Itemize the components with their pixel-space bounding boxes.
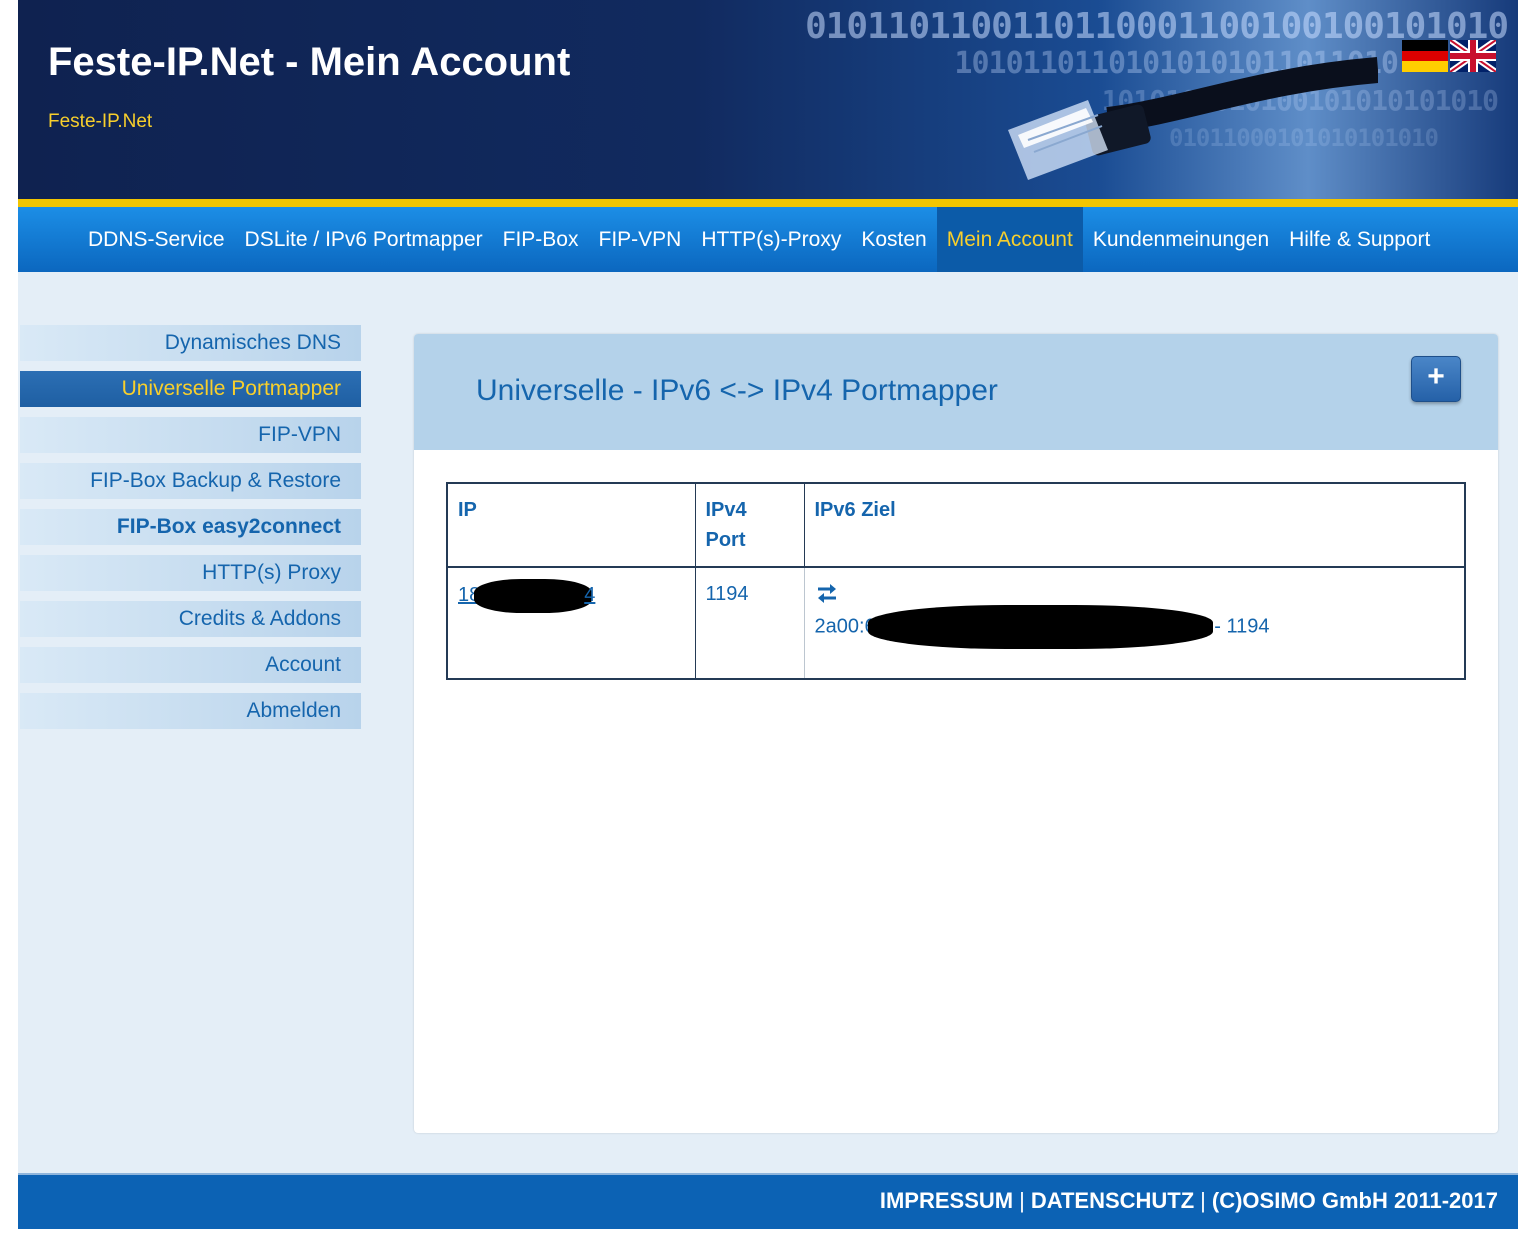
nav-item-hilfe-support[interactable]: Hilfe & Support <box>1279 207 1440 272</box>
sidebar-item-fip-box-backup[interactable]: FIP-Box Backup & Restore <box>20 463 361 499</box>
nav-item-fip-vpn[interactable]: FIP-VPN <box>589 207 692 272</box>
german-flag-icon[interactable] <box>1402 40 1448 72</box>
portmapper-table: IP IPv4 Port IPv6 Ziel 18 4 1194 2a00:6 … <box>446 482 1466 680</box>
ip-address-link[interactable]: 18 4 <box>458 579 595 613</box>
footer-link-impressum[interactable]: IMPRESSUM <box>880 1188 1013 1213</box>
footer-copyright: (C)OSIMO GmbH 2011-2017 <box>1211 1188 1498 1213</box>
header-banner: 0101101100110110001100100100101010 10101… <box>18 0 1518 199</box>
main-navigation: DDNS-Service DSLite / IPv6 Portmapper FI… <box>18 207 1518 272</box>
sidebar-item-abmelden[interactable]: Abmelden <box>20 693 361 729</box>
sidebar: Dynamisches DNS Universelle Portmapper F… <box>20 325 361 739</box>
footer-separator: | <box>1019 1188 1025 1213</box>
ipv6-target-cell: 2a00:6 - 1194 <box>804 567 1465 679</box>
redaction-mark <box>474 579 593 613</box>
nav-item-fip-box[interactable]: FIP-Box <box>493 207 589 272</box>
sidebar-item-https-proxy[interactable]: HTTP(s) Proxy <box>20 555 361 591</box>
header-divider <box>18 199 1518 207</box>
footer: IMPRESSUM | DATENSCHUTZ | (C)OSIMO GmbH 2011… <box>18 1173 1518 1229</box>
column-header-ip: IP <box>447 483 696 568</box>
sidebar-item-dynamisches-dns[interactable]: Dynamisches DNS <box>20 325 361 361</box>
page-title: Universelle - IPv6 <-> IPv4 Portmapper <box>476 374 998 407</box>
footer-links: IMPRESSUM | DATENSCHUTZ | (C)OSIMO GmbH 2011… <box>880 1188 1498 1214</box>
redaction-mark <box>867 605 1213 649</box>
swap-arrows-icon[interactable] <box>815 581 839 605</box>
sidebar-item-fip-box-easy2connect[interactable]: FIP-Box easy2connect <box>20 509 361 545</box>
sidebar-item-universelle-portmapper[interactable]: Universelle Portmapper <box>20 371 361 407</box>
footer-separator: | <box>1200 1188 1206 1213</box>
content-panel: Universelle - IPv6 <-> IPv4 Portmapper +… <box>414 334 1498 1133</box>
nav-item-mein-account[interactable]: Mein Account <box>936 207 1083 272</box>
table-row: 18 4 1194 2a00:6 - 1194 <box>447 567 1465 679</box>
port-cell: 1194 <box>695 567 805 679</box>
ip-cell: 18 4 <box>447 567 696 679</box>
nav-item-kosten[interactable]: Kosten <box>851 207 936 272</box>
page: 0101101100110110001100100100101010 10101… <box>18 0 1518 1229</box>
column-header-ipv6-target: IPv6 Ziel <box>804 483 1465 568</box>
table-header-row: IP IPv4 Port IPv6 Ziel <box>447 483 1465 568</box>
nav-item-ddns-service[interactable]: DDNS-Service <box>78 207 235 272</box>
add-mapping-button[interactable]: + <box>1411 356 1461 402</box>
column-header-ipv4-port: IPv4 Port <box>695 483 805 568</box>
nav-item-kundenmeinungen[interactable]: Kundenmeinungen <box>1083 207 1279 272</box>
network-cable-icon <box>1008 57 1378 180</box>
panel-header: Universelle - IPv6 <-> IPv4 Portmapper + <box>414 334 1498 450</box>
nav-item-dslite-portmapper[interactable]: DSLite / IPv6 Portmapper <box>235 207 493 272</box>
sidebar-item-account[interactable]: Account <box>20 647 361 683</box>
footer-link-datenschutz[interactable]: DATENSCHUTZ <box>1031 1188 1194 1213</box>
sidebar-item-fip-vpn[interactable]: FIP-VPN <box>20 417 361 453</box>
nav-item-https-proxy[interactable]: HTTP(s)-Proxy <box>691 207 851 272</box>
uk-flag-icon[interactable] <box>1450 40 1496 72</box>
site-title: Feste-IP.Net - Mein Account <box>48 40 571 84</box>
site-subtitle[interactable]: Feste-IP.Net <box>48 111 152 133</box>
language-switcher <box>1402 40 1496 72</box>
sidebar-item-credits-addons[interactable]: Credits & Addons <box>20 601 361 637</box>
